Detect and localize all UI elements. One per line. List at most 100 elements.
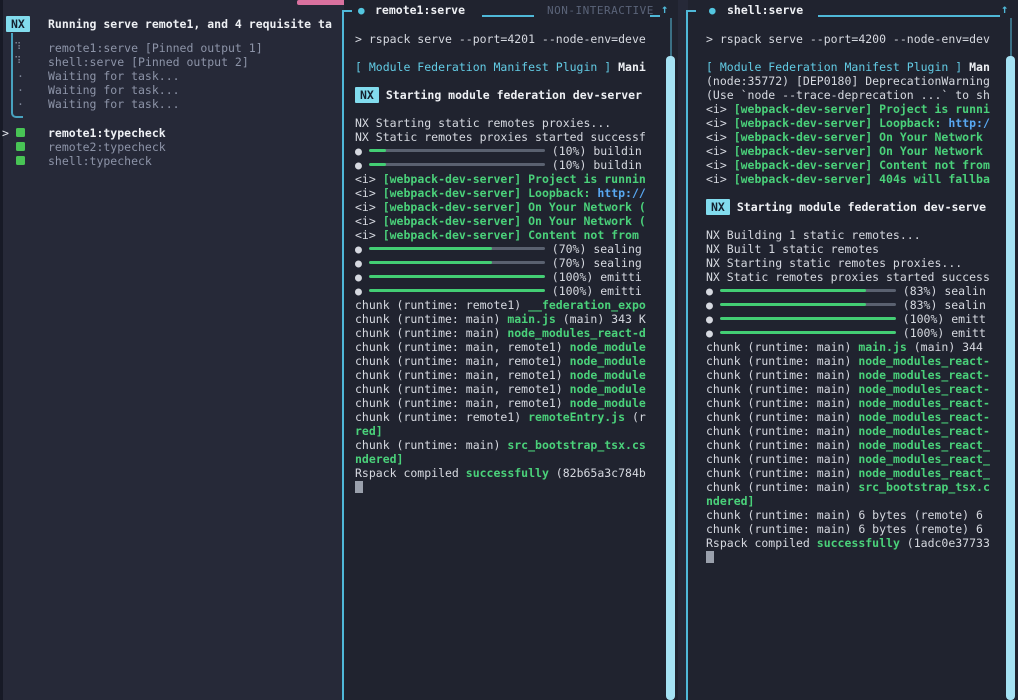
text-segment: <i>: [706, 130, 734, 144]
text-segment: main.js: [507, 312, 555, 326]
text-segment: NX Starting static remotes proxies...: [355, 116, 611, 130]
terminal-line: chunk (runtime: remote1) remoteEntry.js …: [355, 410, 655, 424]
terminal-line: chunk (runtime: main, remote1) node_modu…: [355, 340, 655, 354]
task-label: remote1:typecheck: [48, 126, 166, 140]
task-row[interactable]: shell:typecheck: [0, 154, 342, 168]
terminal-line: chunk (runtime: main) node_modules_react…: [706, 438, 1002, 452]
scrollbar-thumb[interactable]: [1006, 56, 1015, 700]
terminal-line: <i> [webpack-dev-server] Loopback: http:…: [355, 186, 655, 200]
terminal-line: ● (70%) sealing: [355, 256, 655, 270]
text-segment: chunk (runtime: main): [706, 452, 858, 466]
text-segment: NX Building 1 static remotes...: [706, 228, 921, 242]
text-segment: NX Built 1 static remotes: [706, 242, 879, 256]
task-row[interactable]: ⠹remote1:serve [Pinned output 1]: [0, 41, 342, 55]
terminal-line: <i> [webpack-dev-server] Loopback: http:…: [706, 116, 1002, 130]
task-row[interactable]: ·Waiting for task...: [0, 83, 342, 97]
terminal-line: chunk (runtime: main) 6 bytes (remote) 6: [706, 522, 1002, 536]
text-segment: NX Starting static remotes proxies...: [706, 256, 962, 270]
scroll-up-icon[interactable]: ↑: [1001, 2, 1008, 16]
terminal-line: (node:35772) [DEP0180] DeprecationWarnin…: [706, 74, 1002, 88]
terminal-line: ● (70%) sealing: [355, 242, 655, 256]
text-segment: > rspack serve --port=4201 --node-env=de…: [355, 32, 646, 46]
terminal-line: > rspack serve --port=4200 --node-env=de…: [706, 32, 1002, 46]
text-segment: chunk (runtime: main, remote1): [355, 368, 570, 382]
task-row[interactable]: ·Waiting for task...: [0, 97, 342, 111]
task-runner-title: Running serve remote1, and 4 requisite t…: [48, 17, 332, 31]
text-segment: chunk (runtime: main): [706, 354, 858, 368]
text-segment: ●: [355, 270, 369, 284]
nx-badge: NX: [706, 199, 730, 215]
terminal-line: ● (100%) emitt: [706, 326, 1002, 340]
text-segment: chunk (runtime: remote1): [355, 298, 528, 312]
terminal-line: [355, 46, 655, 60]
task-label: shell:serve [Pinned output 2]: [48, 55, 249, 69]
text-segment: (Use `node --trace-deprecation ...` to s…: [706, 88, 990, 102]
terminal-line: ● (100%) emitt: [706, 312, 1002, 326]
terminal-output-remote1[interactable]: > rspack serve --port=4201 --node-env=de…: [355, 32, 655, 694]
text-segment: node_modules_react_: [858, 466, 990, 480]
terminal-line: chunk (runtime: main) node_modules_react…: [706, 410, 1002, 424]
terminal-line: ndered]: [706, 494, 1002, 508]
text-segment: node_modules_react_: [858, 452, 990, 466]
terminal-line: <i> [webpack-dev-server] On Your Network: [706, 144, 1002, 158]
terminal-line: chunk (runtime: main) node_modules_react…: [355, 326, 655, 340]
terminal-line: [ Module Federation Manifest Plugin ] Ma…: [706, 60, 1002, 74]
terminal-line: ● (10%) buildin: [355, 144, 655, 158]
text-segment: Starting module federation dev-serve: [737, 200, 986, 214]
progress-bar: [369, 149, 545, 152]
text-segment: <i>: [706, 144, 734, 158]
text-segment: (1adc0e37733: [900, 536, 990, 550]
terminal-line: chunk (runtime: main, remote1) node_modu…: [355, 368, 655, 382]
scroll-up-icon[interactable]: ↑: [661, 2, 668, 16]
text-segment: [webpack-dev-server] Project is runnin: [383, 172, 646, 186]
task-row[interactable]: remote2:typecheck: [0, 140, 342, 154]
terminal-line: [ Module Federation Manifest Plugin ] Ma…: [355, 60, 655, 74]
terminal-line: NX Starting static remotes proxies...: [706, 256, 1002, 270]
task-row[interactable]: >remote1:typecheck: [0, 126, 342, 140]
terminal-line: chunk (runtime: main) node_modules_react…: [706, 466, 1002, 480]
text-segment: ●: [706, 326, 720, 340]
terminal-line: chunk (runtime: main) src_bootstrap_tsx.…: [706, 480, 1002, 494]
scrollbar-thumb[interactable]: [666, 56, 675, 700]
terminal-line: <i> [webpack-dev-server] On Your Network: [706, 130, 1002, 144]
task-label: Waiting for task...: [48, 69, 180, 83]
text-segment: chunk (runtime: main, remote1): [355, 396, 570, 410]
text-segment: <i>: [355, 200, 383, 214]
terminal-line: chunk (runtime: main) src_bootstrap_tsx.…: [355, 438, 655, 452]
terminal-line: NX Static remotes proxies started succes…: [706, 270, 1002, 284]
text-segment: chunk (runtime: main, remote1): [355, 340, 570, 354]
pane-header-rule: [650, 15, 660, 17]
text-segment: (100%) emitt: [896, 312, 986, 326]
terminal-line: NX Building 1 static remotes...: [706, 228, 1002, 242]
text-segment: node_module: [570, 368, 646, 382]
text-segment: chunk (runtime: remote1): [355, 410, 528, 424]
text-segment: <i>: [355, 186, 383, 200]
task-status-square-icon: [16, 156, 25, 165]
text-segment: (83%) sealin: [896, 284, 986, 298]
spinner-icon: ⠹: [14, 41, 21, 55]
text-segment: ndered]: [355, 452, 403, 466]
terminal-line: chunk (runtime: main) node_modules_react…: [706, 424, 1002, 438]
terminal-line: [706, 214, 1002, 228]
text-segment: [webpack-dev-server] Loopback:: [734, 116, 949, 130]
text-segment: node_modules_react-: [858, 410, 990, 424]
text-segment: node_modules_react-: [858, 368, 990, 382]
pane-border-corner: [342, 10, 352, 12]
text-segment: (main) 343 K: [556, 312, 646, 326]
task-row[interactable]: ⠹shell:serve [Pinned output 2]: [0, 55, 342, 69]
pane-border-corner: [686, 10, 696, 12]
text-segment: [webpack-dev-server] On Your Network: [734, 144, 983, 158]
terminal-output-shell[interactable]: > rspack serve --port=4200 --node-env=de…: [706, 32, 1002, 694]
terminal-cursor: [706, 551, 714, 563]
pending-dot-icon: ·: [17, 69, 24, 83]
text-segment: ●: [355, 242, 369, 256]
terminal-line: NX Built 1 static remotes: [706, 242, 1002, 256]
terminal-line: chunk (runtime: main, remote1) node_modu…: [355, 396, 655, 410]
task-row[interactable]: · Waiting for task...: [0, 69, 342, 83]
text-segment: http:/: [948, 116, 990, 130]
terminal-line: chunk (runtime: main) main.js (main) 343…: [355, 312, 655, 326]
terminal-line: NX Starting static remotes proxies...: [355, 116, 655, 130]
pane-status-dot-icon: ●: [709, 4, 716, 18]
text-segment: (70%) sealing: [545, 256, 642, 270]
text-segment: <i>: [706, 116, 734, 130]
